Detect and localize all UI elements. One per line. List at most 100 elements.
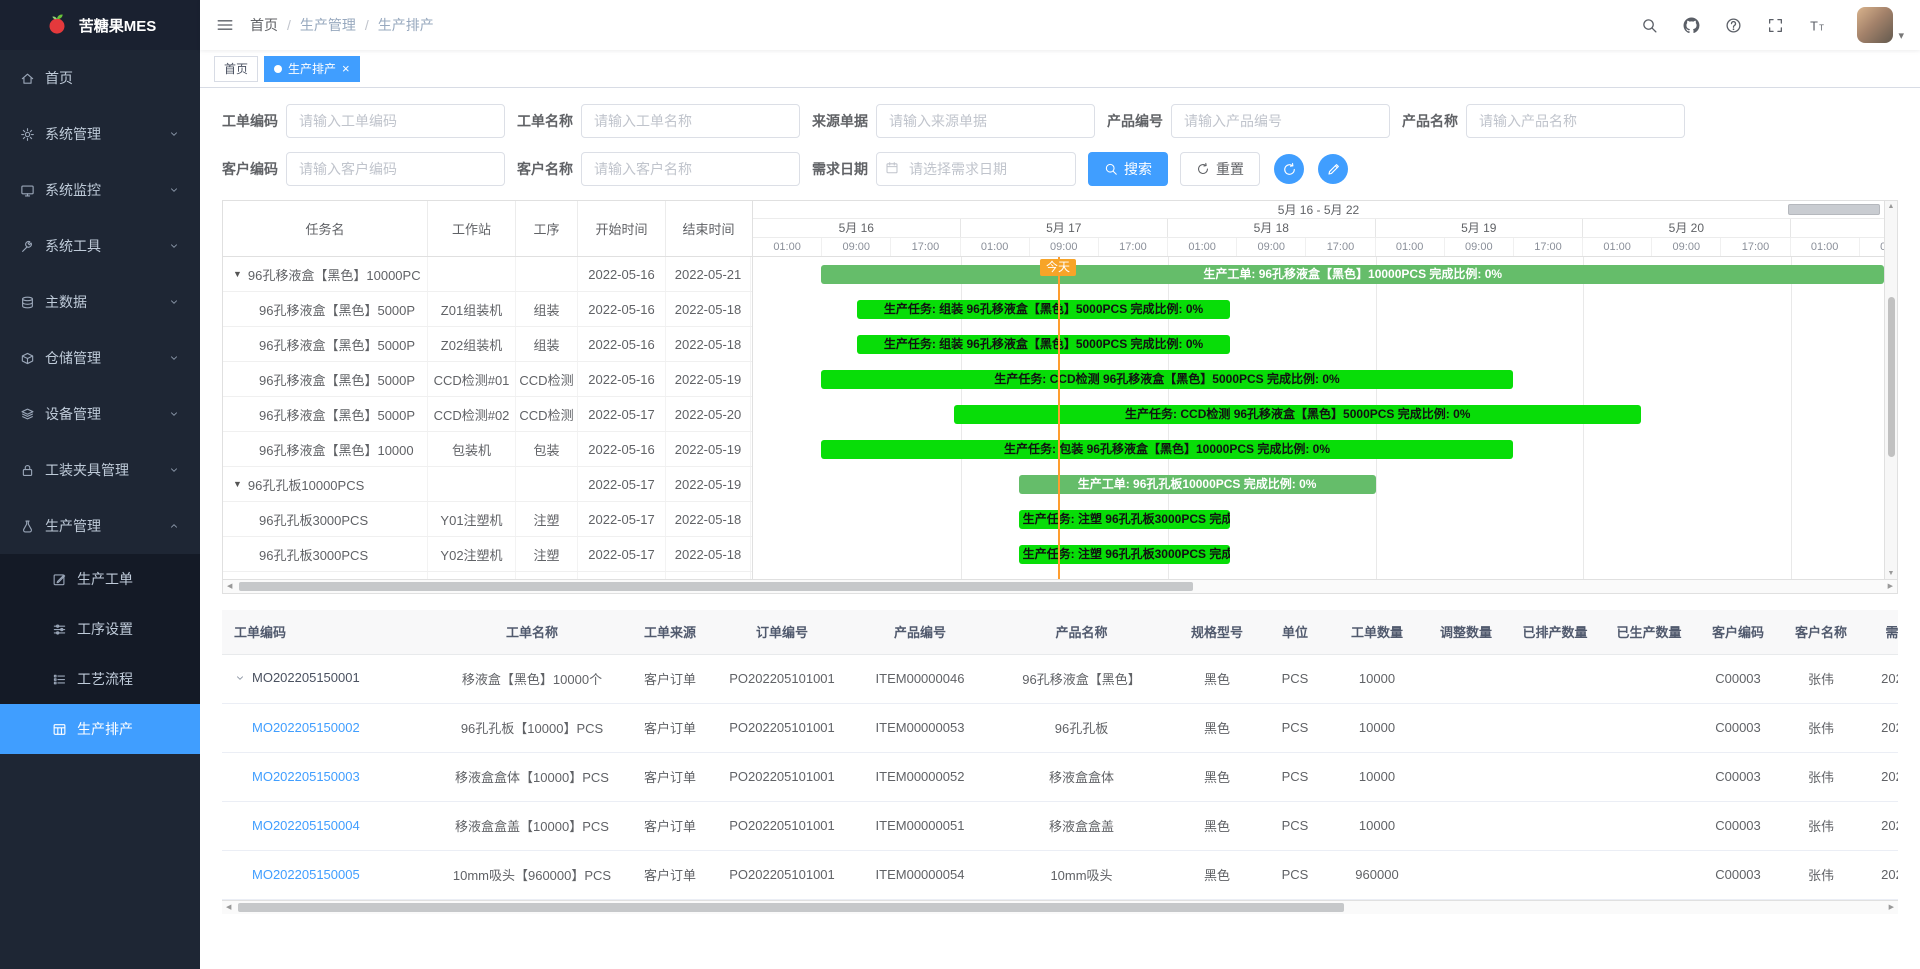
scroll-right-arrow-icon[interactable]: ▶ xyxy=(1888,583,1893,590)
refresh-button[interactable] xyxy=(1274,154,1304,184)
gantt-horizontal-scrollbar[interactable]: ◀ ▶ xyxy=(223,579,1897,593)
chevron-down-icon xyxy=(168,408,180,420)
edit-square-icon xyxy=(52,572,67,587)
order-row[interactable]: MO20220515000296孔孔板【10000】PCS客户订单PO20220… xyxy=(222,703,1898,752)
gantt-task-row[interactable]: 96孔移液盒【黑色】5000P Z01组装机 组装 2022-05-16 202… xyxy=(223,292,752,327)
demand-date-input[interactable] xyxy=(876,152,1076,186)
gantt-task-row[interactable]: ▼96孔孔板10000PCS 2022-05-17 2022-05-19 xyxy=(223,467,752,502)
breadcrumb-item[interactable]: 生产管理 xyxy=(300,15,356,35)
sidebar-item-process-settings[interactable]: 工序设置 xyxy=(0,604,200,654)
table-horizontal-scrollbar[interactable]: ◀ ▶ xyxy=(222,900,1898,914)
sidebar-item-scheduling[interactable]: 生产排产 xyxy=(0,704,200,754)
gantt-panel: 任务名工作站工序开始时间结束时间 ▼96孔移液盒【黑色】10000PC 2022… xyxy=(222,200,1898,594)
collapse-triangle-icon[interactable]: ▼ xyxy=(233,479,242,489)
scroll-down-arrow-icon[interactable]: ▼ xyxy=(1888,570,1895,577)
gantt-bar-order[interactable]: 生产工单: 96孔移液盒【黑色】10000PCS 完成比例: 0% xyxy=(821,265,1884,284)
gantt-task-row[interactable]: 96孔孔板3000PCS Y03注塑机 注塑 2022-05-17 2022-0… xyxy=(223,572,752,579)
gantt-bar-task[interactable]: 生产任务: 包装 96孔移液盒【黑色】10000PCS 完成比例: 0% xyxy=(821,440,1512,459)
gantt-bar-order[interactable]: 生产工单: 96孔孔板10000PCS 完成比例: 0% xyxy=(1019,475,1376,494)
scroll-up-arrow-icon[interactable]: ▲ xyxy=(1888,203,1895,210)
gantt-task-row[interactable]: 96孔移液盒【黑色】10000 包装机 包装 2022-05-16 2022-0… xyxy=(223,432,752,467)
work-order-code-input[interactable] xyxy=(286,104,505,138)
gantt-task-row[interactable]: 96孔移液盒【黑色】5000P CCD检测#01 CCD检测 2022-05-1… xyxy=(223,362,752,397)
sidebar-item-process-flow[interactable]: 工艺流程 xyxy=(0,654,200,704)
user-avatar[interactable]: ▾ xyxy=(1857,7,1904,43)
order-code-link[interactable]: MO202205150003 xyxy=(252,769,360,784)
sidebar-item-master-data[interactable]: 主数据 xyxy=(0,274,200,330)
order-cell-customer_name: 张伟 xyxy=(1780,703,1862,752)
product-code-input[interactable] xyxy=(1171,104,1390,138)
order-row[interactable]: MO202205150001移液盒【黑色】10000个客户订单PO2022051… xyxy=(222,654,1898,703)
hamburger-icon[interactable] xyxy=(216,16,234,34)
close-icon[interactable]: × xyxy=(342,62,350,75)
gantt-task-row[interactable]: ▼96孔移液盒【黑色】10000PC 2022-05-16 2022-05-21 xyxy=(223,257,752,292)
order-row[interactable]: MO202205150004移液盒盒盖【10000】PCS客户订单PO20220… xyxy=(222,801,1898,850)
day-label: 5月 16 xyxy=(753,219,961,237)
gantt-bar-task[interactable]: 生产任务: 注塑 96孔孔板3000PCS 完成比例: 0% xyxy=(1019,510,1231,529)
sidebar-item-warehouse[interactable]: 仓储管理 xyxy=(0,330,200,386)
navbar-actions: TT ▾ xyxy=(1641,7,1904,43)
order-cell-order_no: PO202205101001 xyxy=(713,654,851,703)
orders-col-unit: 单位 xyxy=(1260,610,1330,654)
sidebar-item-system-monitor[interactable]: 系统监控 xyxy=(0,162,200,218)
today-label: 今天 xyxy=(1040,259,1076,276)
order-row[interactable]: MO20220515000510mm吸头【960000】PCS客户订单PO202… xyxy=(222,850,1898,899)
order-code-link[interactable]: MO202205150002 xyxy=(252,720,360,735)
sidebar-item-equipment[interactable]: 设备管理 xyxy=(0,386,200,442)
order-cell-adjust_qty xyxy=(1424,850,1508,899)
order-code-link[interactable]: MO202205150005 xyxy=(252,867,360,882)
fullscreen-icon[interactable] xyxy=(1767,17,1784,34)
customer-name-input[interactable] xyxy=(581,152,800,186)
sidebar-item-work-order[interactable]: 生产工单 xyxy=(0,554,200,604)
flask-icon xyxy=(20,519,35,534)
customer-code-input[interactable] xyxy=(286,152,505,186)
gantt-bar-task[interactable]: 生产任务: CCD检测 96孔移液盒【黑色】5000PCS 完成比例: 0% xyxy=(821,370,1512,389)
expand-chevron-icon[interactable] xyxy=(234,672,252,687)
sidebar-item-system-admin[interactable]: 系统管理 xyxy=(0,106,200,162)
scroll-thumb[interactable] xyxy=(238,903,1344,912)
order-row[interactable]: MO202205150003移液盒盒体【10000】PCS客户订单PO20220… xyxy=(222,752,1898,801)
work-order-name-input[interactable] xyxy=(581,104,800,138)
tab-home[interactable]: 首页 xyxy=(214,56,258,82)
github-icon[interactable] xyxy=(1683,17,1700,34)
edit-button[interactable] xyxy=(1318,154,1348,184)
reset-button[interactable]: 重置 xyxy=(1180,152,1260,186)
sidebar-item-home[interactable]: 首页 xyxy=(0,50,200,106)
calendar-icon xyxy=(885,161,899,178)
gantt-task-row[interactable]: 96孔移液盒【黑色】5000P CCD检测#02 CCD检测 2022-05-1… xyxy=(223,397,752,432)
app-logo[interactable]: 苦糖果MES xyxy=(0,0,200,50)
gantt-task-row[interactable]: 96孔孔板3000PCS Y02注塑机 注塑 2022-05-17 2022-0… xyxy=(223,537,752,572)
scroll-right-arrow-icon[interactable]: ▶ xyxy=(1889,904,1894,911)
gantt-bar-task[interactable]: 生产任务: 注塑 96孔孔板3000PCS 完成比例: 0% xyxy=(1019,545,1231,564)
order-cell-spec: 黑色 xyxy=(1174,654,1260,703)
font-size-icon[interactable]: TT xyxy=(1809,17,1826,34)
scroll-thumb[interactable] xyxy=(1888,297,1895,457)
gantt-bar-task[interactable]: 生产任务: 组装 96孔移液盒【黑色】5000PCS 完成比例: 0% xyxy=(857,335,1231,354)
source-doc-input[interactable] xyxy=(876,104,1095,138)
scroll-thumb[interactable] xyxy=(239,582,1193,591)
filter-work-order-code: 工单编码 xyxy=(222,104,505,138)
order-cell-order_no: PO202205101001 xyxy=(713,703,851,752)
timeline-scroll-widget[interactable] xyxy=(1788,204,1880,215)
order-cell-customer_name: 张伟 xyxy=(1780,654,1862,703)
order-cell-product_code: ITEM00000054 xyxy=(851,850,989,899)
gantt-vertical-scrollbar[interactable]: ▲ ▼ xyxy=(1884,201,1897,579)
help-icon[interactable] xyxy=(1725,17,1742,34)
search-button[interactable]: 搜索 xyxy=(1088,152,1168,186)
order-cell-source: 客户订单 xyxy=(627,654,713,703)
order-code-link[interactable]: MO202205150001 xyxy=(252,670,360,685)
scroll-left-arrow-icon[interactable]: ◀ xyxy=(226,904,231,911)
breadcrumb-item[interactable]: 首页 xyxy=(250,15,278,35)
sidebar-item-fixtures[interactable]: 工装夹具管理 xyxy=(0,442,200,498)
sidebar-item-production[interactable]: 生产管理 xyxy=(0,498,200,554)
tab-scheduling[interactable]: 生产排产 × xyxy=(264,56,360,82)
product-name-input[interactable] xyxy=(1466,104,1685,138)
sidebar-item-system-tools[interactable]: 系统工具 xyxy=(0,218,200,274)
order-code-link[interactable]: MO202205150004 xyxy=(252,818,360,833)
gantt-task-row[interactable]: 96孔移液盒【黑色】5000P Z02组装机 组装 2022-05-16 202… xyxy=(223,327,752,362)
scroll-left-arrow-icon[interactable]: ◀ xyxy=(227,583,232,590)
search-icon[interactable] xyxy=(1641,17,1658,34)
gantt-task-row[interactable]: 96孔孔板3000PCS Y01注塑机 注塑 2022-05-17 2022-0… xyxy=(223,502,752,537)
collapse-triangle-icon[interactable]: ▼ xyxy=(233,269,242,279)
gantt-bar-task[interactable]: 生产任务: 组装 96孔移液盒【黑色】5000PCS 完成比例: 0% xyxy=(857,300,1231,319)
